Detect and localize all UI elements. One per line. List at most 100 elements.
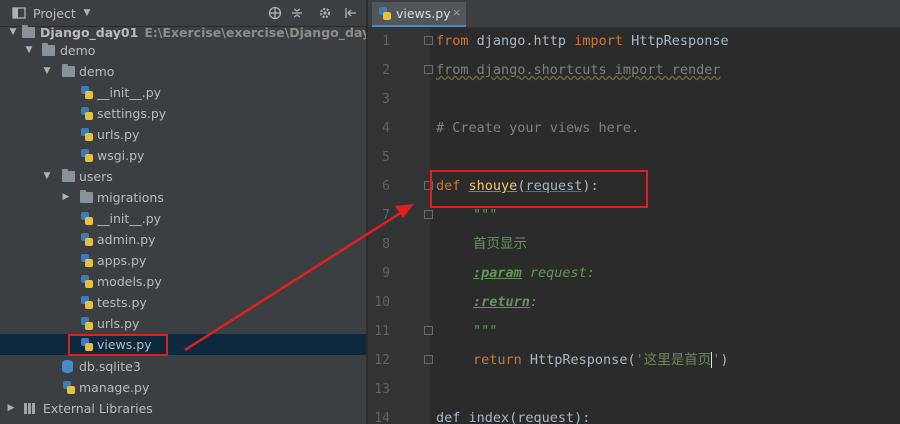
folder-icon (22, 25, 35, 38)
fold-marker-icon[interactable] (424, 36, 433, 45)
line-number: 6 (382, 179, 390, 194)
tree-item-file[interactable]: urls.py (0, 124, 366, 145)
tree-item-label: users (79, 169, 113, 184)
line-number: 8 (382, 237, 390, 252)
tree-item-label: tests.py (97, 295, 147, 310)
code-editor: views.py × 1 2 3 4 5 6 7 8 9 10 11 12 13… (368, 0, 900, 424)
python-file-icon (81, 317, 93, 330)
fold-marker-icon[interactable] (424, 326, 433, 335)
fold-marker-icon[interactable] (424, 355, 433, 364)
code-token: ): (582, 178, 599, 194)
python-file-icon (81, 86, 93, 99)
expand-arrow-icon[interactable]: ▼ (42, 61, 52, 82)
code-token: HttpResponse( (521, 352, 636, 368)
chevron-down-icon[interactable]: ▼ (80, 6, 94, 20)
tree-item-file[interactable]: models.py (0, 271, 366, 292)
code-token: '这里是首页 (635, 352, 712, 368)
code-line: from django.http import HttpResponse (436, 27, 729, 56)
tab-label: views.py (396, 6, 451, 21)
line-number: 7 (382, 208, 390, 223)
code-line: # Create your views here. (436, 120, 640, 136)
code-line: """ (473, 323, 498, 339)
collapse-all-icon[interactable] (290, 6, 304, 20)
fold-marker-icon[interactable] (424, 181, 433, 190)
expand-arrow-icon[interactable]: ▼ (42, 166, 52, 187)
code-line-partial: def index(request): (436, 410, 591, 424)
code-token: HttpResponse (622, 33, 729, 49)
code-area[interactable]: 1 2 3 4 5 6 7 8 9 10 11 12 13 14 from dj… (368, 27, 900, 424)
tree-item-folder[interactable]: ▶ migrations (0, 187, 366, 208)
tree-item-file[interactable]: __init__.py (0, 208, 366, 229)
line-number: 4 (382, 121, 390, 136)
tree-item-file[interactable]: db.sqlite3 (0, 356, 366, 377)
code-token: from (436, 33, 469, 49)
tree-item-external-libraries[interactable]: ▶ External Libraries (0, 398, 366, 419)
code-line: :return: (473, 288, 538, 317)
close-icon[interactable]: × (452, 6, 461, 19)
tree-item-file-selected[interactable]: views.py (0, 334, 366, 355)
project-view-selector[interactable]: Project (33, 6, 76, 21)
library-icon (24, 403, 36, 414)
line-number: 9 (382, 266, 390, 281)
tree-item-file[interactable]: __init__.py (0, 82, 366, 103)
folder-icon (42, 43, 55, 56)
code-token: request: (521, 265, 595, 281)
tree-item-file[interactable]: manage.py (0, 377, 366, 398)
tree-item-label: admin.py (97, 232, 156, 247)
expand-arrow-icon[interactable]: ▶ (61, 187, 71, 208)
expand-arrow-icon[interactable]: ▼ (24, 40, 34, 61)
fold-marker-icon[interactable] (424, 65, 433, 74)
tree-item-label: manage.py (79, 380, 150, 395)
python-file-icon (81, 275, 93, 288)
tree-item-folder[interactable]: ▼ users (0, 166, 366, 187)
python-file-icon (81, 128, 93, 141)
code-line: :param request: (473, 259, 595, 288)
code-token: :param (473, 265, 522, 281)
code-line: """ (473, 207, 498, 223)
tree-item-label: __init__.py (97, 85, 162, 100)
editor-tab-bar: views.py × (368, 0, 900, 28)
tree-item-label: wsgi.py (97, 148, 145, 163)
line-number: 12 (374, 353, 390, 368)
tree-item-label: migrations (97, 190, 164, 205)
project-view-icon (12, 6, 26, 20)
tree-item-file[interactable]: admin.py (0, 229, 366, 250)
tree-item-folder[interactable]: ▼ demo (0, 61, 366, 82)
tree-item-label: urls.py (97, 127, 140, 142)
code-token: django.http (468, 33, 575, 49)
code-token: ) (720, 352, 729, 368)
tree-item-file[interactable]: urls.py (0, 313, 366, 334)
hide-panel-icon[interactable] (344, 6, 358, 20)
tree-item-label: External Libraries (43, 401, 153, 416)
code-token: : (529, 294, 539, 310)
tree-item-label: settings.py (97, 106, 167, 121)
code-line: return HttpResponse('这里是首页') (473, 346, 729, 375)
tree-item-file[interactable]: apps.py (0, 250, 366, 271)
fold-marker-icon[interactable] (424, 210, 433, 219)
tree-item-label: views.py (97, 337, 152, 352)
expand-arrow-icon[interactable]: ▶ (6, 398, 16, 419)
python-file-icon (81, 296, 93, 309)
line-number: 3 (382, 92, 390, 107)
folder-icon (80, 190, 93, 203)
tree-item-label: urls.py (97, 316, 140, 331)
gear-icon[interactable] (318, 6, 332, 20)
scroll-from-source-icon[interactable] (268, 6, 282, 20)
project-path: E:\Exercise\exercise\Django_day01 (144, 25, 366, 40)
python-file-icon (81, 149, 93, 162)
line-number: 11 (374, 324, 390, 339)
line-number: 14 (374, 411, 390, 424)
code-line: 首页显示 (473, 236, 527, 252)
code-token: return (473, 352, 522, 368)
tree-item-file[interactable]: tests.py (0, 292, 366, 313)
tree-item-folder[interactable]: ▼ demo (0, 40, 366, 61)
code-token: request (525, 178, 583, 194)
folder-icon (62, 64, 75, 77)
tree-item-file[interactable]: settings.py (0, 103, 366, 124)
python-file-icon (81, 338, 93, 351)
python-file-icon (379, 7, 391, 20)
tree-item-label: apps.py (97, 253, 147, 268)
line-number: 10 (374, 295, 390, 310)
tree-item-file[interactable]: wsgi.py (0, 145, 366, 166)
tab-views-py[interactable]: views.py × (372, 2, 466, 27)
